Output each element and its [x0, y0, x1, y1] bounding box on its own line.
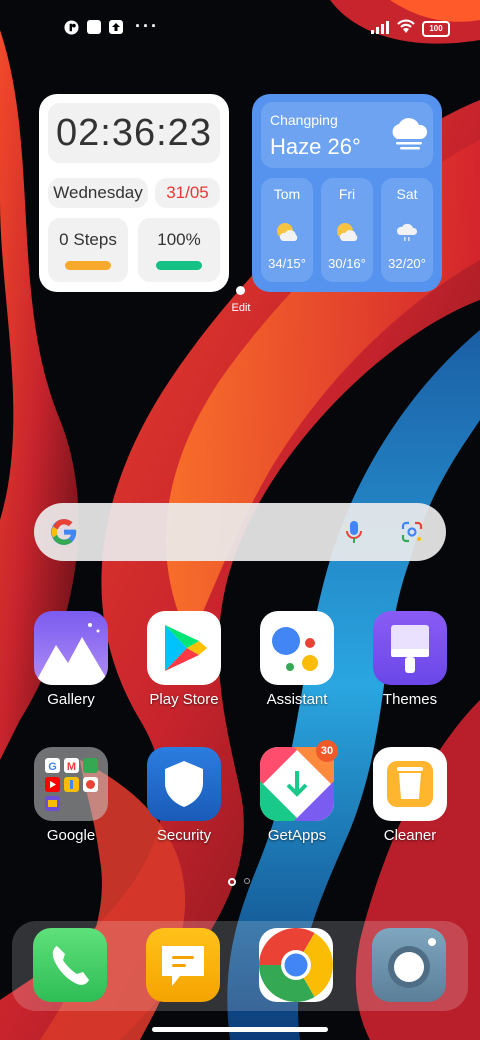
microphone-icon[interactable]	[342, 519, 366, 545]
partly-cloudy-icon	[277, 223, 298, 241]
app-label: GetApps	[267, 827, 327, 844]
battery-progress-bar	[156, 261, 202, 270]
camera-icon[interactable]	[372, 928, 446, 1002]
app-notification-icon	[64, 20, 79, 35]
app-gallery[interactable]: Gallery	[21, 611, 121, 708]
forecast-day-label: Sat	[396, 186, 418, 202]
steps-progress-bar	[65, 261, 111, 270]
forecast-day-label: Tom	[273, 186, 301, 202]
app-label: Cleaner	[383, 827, 437, 844]
battery-card: 100%	[138, 218, 220, 282]
forecast-day-label: Fri	[338, 186, 356, 202]
google-logo-icon	[51, 519, 77, 545]
cleaner-icon	[373, 747, 447, 821]
app-cleaner[interactable]: Cleaner	[360, 747, 460, 844]
app-play-store[interactable]: Play Store	[134, 611, 234, 708]
weather-condition: Haze 26°	[270, 134, 361, 159]
security-icon	[147, 747, 221, 821]
forecast-day-1: Tom 34/15°	[261, 178, 313, 282]
app-label: Gallery	[47, 691, 95, 708]
app-assistant[interactable]: Assistant	[247, 611, 347, 708]
clock-time: 02:36:23	[48, 103, 220, 163]
battery-label: 100%	[157, 230, 201, 249]
upload-notification-icon	[109, 20, 123, 34]
wifi-icon	[397, 19, 415, 33]
app-label: Assistant	[266, 691, 328, 708]
weather-widget[interactable]: Changping Haze 26° Tom 34/15° Fri 30/16°…	[252, 94, 442, 292]
clock-widget[interactable]: 02:36:23 Wednesday 31/05 0 Steps 100%	[39, 94, 229, 292]
app-getapps[interactable]: GetApps	[247, 747, 347, 844]
forecast-temp: 32/20°	[388, 256, 426, 271]
battery-icon: 100	[422, 21, 450, 37]
gallery-icon	[34, 611, 108, 685]
lens-icon[interactable]	[400, 520, 424, 544]
forecast-temp: 30/16°	[328, 256, 366, 271]
more-notifications: ···	[135, 16, 159, 36]
status-bar: ··· 100	[0, 0, 480, 56]
weather-city: Changping	[270, 112, 338, 128]
home-indicator[interactable]	[152, 1027, 328, 1032]
forecast-temp: 34/15°	[268, 256, 306, 271]
rain-cloud-icon	[396, 223, 418, 241]
clock-day: Wednesday	[48, 178, 148, 208]
forecast-day-3: Sat 32/20°	[381, 178, 433, 282]
steps-label: 0 Steps	[59, 230, 117, 249]
weather-current: Changping Haze 26°	[261, 102, 433, 168]
play-store-icon	[147, 611, 221, 685]
page-dot[interactable]	[228, 878, 236, 886]
app-label: Themes	[382, 691, 438, 708]
haze-icon	[392, 118, 428, 150]
messages-icon[interactable]	[146, 928, 220, 1002]
app-security[interactable]: Security	[134, 747, 234, 844]
app-label: Security	[156, 827, 212, 844]
app-themes[interactable]: Themes	[360, 611, 460, 708]
partly-cloudy-icon	[337, 223, 358, 241]
signal-icon	[371, 21, 389, 34]
notification-badge: 30	[316, 740, 338, 762]
app-label: Google	[46, 827, 96, 844]
forecast-day-2: Fri 30/16°	[321, 178, 373, 282]
edit-label[interactable]: Edit	[220, 302, 262, 314]
chrome-icon[interactable]	[259, 928, 333, 1002]
phone-icon[interactable]	[33, 928, 107, 1002]
app-google-folder[interactable]: G M Google	[21, 747, 121, 844]
clock-date: 31/05	[155, 178, 220, 208]
app-label: Play Store	[149, 691, 219, 708]
svg-text:G: G	[48, 761, 57, 773]
square-notification-icon	[87, 20, 101, 34]
page-dot[interactable]	[244, 878, 250, 884]
themes-icon	[373, 611, 447, 685]
steps-card: 0 Steps	[48, 218, 128, 282]
google-folder-icon: G M	[34, 747, 108, 821]
google-search-bar[interactable]	[34, 503, 446, 561]
svg-text:M: M	[67, 761, 76, 773]
edit-dot	[236, 286, 245, 295]
assistant-icon	[260, 611, 334, 685]
